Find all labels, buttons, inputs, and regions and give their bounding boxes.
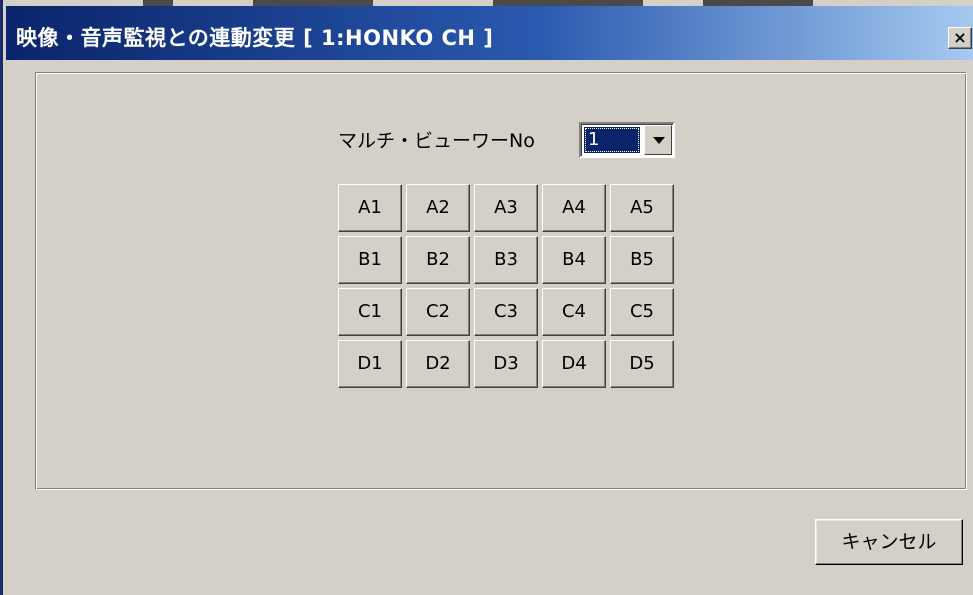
grid-button-b3[interactable]: B3 xyxy=(474,236,538,284)
grid-button-d2[interactable]: D2 xyxy=(406,340,470,388)
multi-viewer-select[interactable]: 1 xyxy=(579,122,675,158)
grid-button-a4[interactable]: A4 xyxy=(542,184,606,232)
grid-button-c5[interactable]: C5 xyxy=(610,288,674,336)
dropdown-arrow-icon[interactable] xyxy=(644,125,672,155)
grid-button-a3[interactable]: A3 xyxy=(474,184,538,232)
grid-button-b5[interactable]: B5 xyxy=(610,236,674,284)
grid-button-a5[interactable]: A5 xyxy=(610,184,674,232)
grid-button-a2[interactable]: A2 xyxy=(406,184,470,232)
multi-viewer-label: マルチ・ビューワーNo xyxy=(338,130,535,152)
close-button[interactable]: × xyxy=(948,27,972,49)
grid-button-d5[interactable]: D5 xyxy=(610,340,674,388)
grid-button-d1[interactable]: D1 xyxy=(338,340,402,388)
window-title: 映像・音声監視との連動変更 [ 1:HONKO CH ] xyxy=(16,26,494,50)
grid-button-c4[interactable]: C4 xyxy=(542,288,606,336)
grid-button-c2[interactable]: C2 xyxy=(406,288,470,336)
grid-button-c1[interactable]: C1 xyxy=(338,288,402,336)
grid-button-b1[interactable]: B1 xyxy=(338,236,402,284)
channel-button-grid: A1 A2 A3 A4 A5 B1 B2 B3 B4 B5 C1 C2 C3 C… xyxy=(338,184,678,394)
grid-button-a1[interactable]: A1 xyxy=(338,184,402,232)
grid-button-c3[interactable]: C3 xyxy=(474,288,538,336)
close-icon: × xyxy=(953,28,967,47)
grid-button-d4[interactable]: D4 xyxy=(542,340,606,388)
grid-button-b2[interactable]: B2 xyxy=(406,236,470,284)
dialog-window: 映像・音声監視との連動変更 [ 1:HONKO CH ] × マルチ・ビューワー… xyxy=(0,0,973,595)
cancel-button[interactable]: キャンセル xyxy=(815,519,963,565)
grid-button-d3[interactable]: D3 xyxy=(474,340,538,388)
title-bar[interactable]: 映像・音声監視との連動変更 [ 1:HONKO CH ] × xyxy=(6,6,973,60)
grid-button-b4[interactable]: B4 xyxy=(542,236,606,284)
multi-viewer-selected-value: 1 xyxy=(584,127,640,153)
